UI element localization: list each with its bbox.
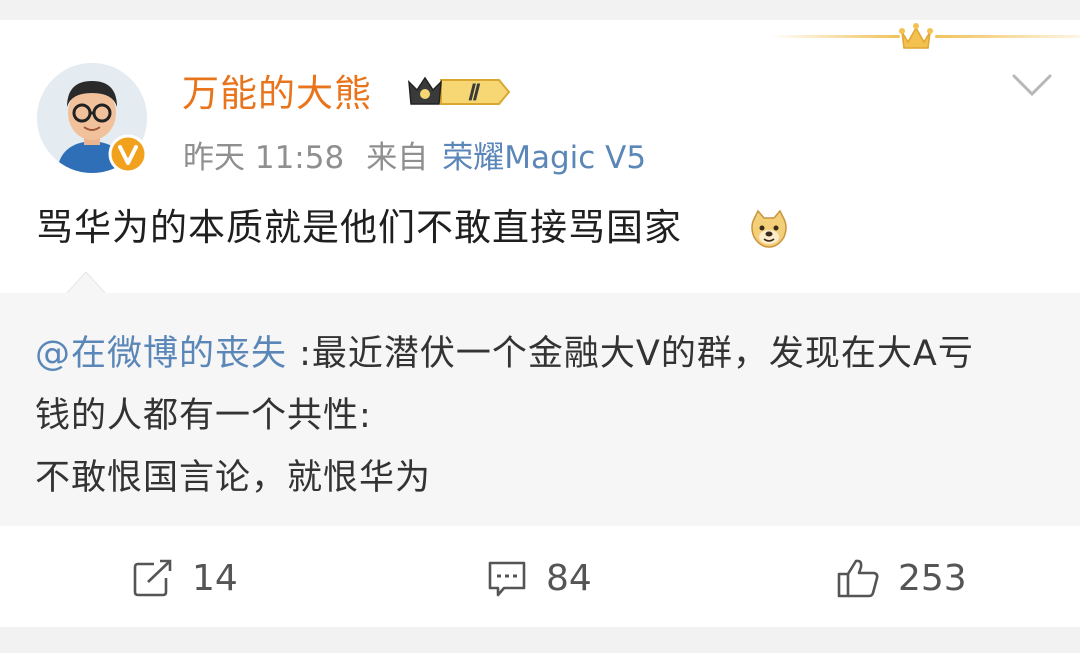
decorative-line: [770, 35, 900, 38]
doge-emoji-icon: [751, 209, 787, 248]
action-bar: 14 84 253: [0, 548, 1080, 608]
quoted-line-3: 不敢恨国言论，就恨华为: [35, 458, 432, 498]
quoted-line-2: 钱的人都有一个共性:: [35, 396, 372, 436]
vip-level-badge[interactable]: Ⅱ: [403, 72, 513, 112]
crown-icon: [899, 23, 933, 49]
post-meta: 昨天 11:58 来自 荣耀Magic V5: [183, 136, 668, 180]
post-text: 骂华为的本质就是他们不敢直接骂国家: [36, 206, 682, 249]
repost-count: 14: [192, 557, 238, 599]
comment-icon: [488, 561, 526, 597]
chevron-down-icon[interactable]: [1010, 70, 1054, 100]
comment-button[interactable]: 84: [486, 548, 592, 608]
quote-pointer: [66, 271, 106, 294]
like-icon: [837, 559, 879, 598]
repost-button[interactable]: 14: [132, 548, 238, 608]
repost-icon: [133, 559, 172, 597]
post-time: 昨天 11:58: [183, 140, 345, 176]
mention-link[interactable]: @在微博的丧失: [35, 334, 287, 374]
verified-icon: [108, 134, 148, 174]
author-name[interactable]: 万能的大熊: [182, 70, 372, 118]
source-prefix: 来自: [366, 140, 429, 176]
quoted-post-text: @在微博的丧失 :最近潜伏一个金融大V的群，发现在大A亏 钱的人都有一个共性: …: [35, 323, 1055, 509]
source-device-link[interactable]: 荣耀Magic V5: [442, 140, 646, 176]
quoted-line-1: :最近潜伏一个金融大V的群，发现在大A亏: [287, 334, 974, 374]
like-count: 253: [898, 557, 967, 599]
comment-count: 84: [546, 557, 592, 599]
like-button[interactable]: 253: [836, 548, 967, 608]
decorative-line: [935, 35, 1080, 38]
